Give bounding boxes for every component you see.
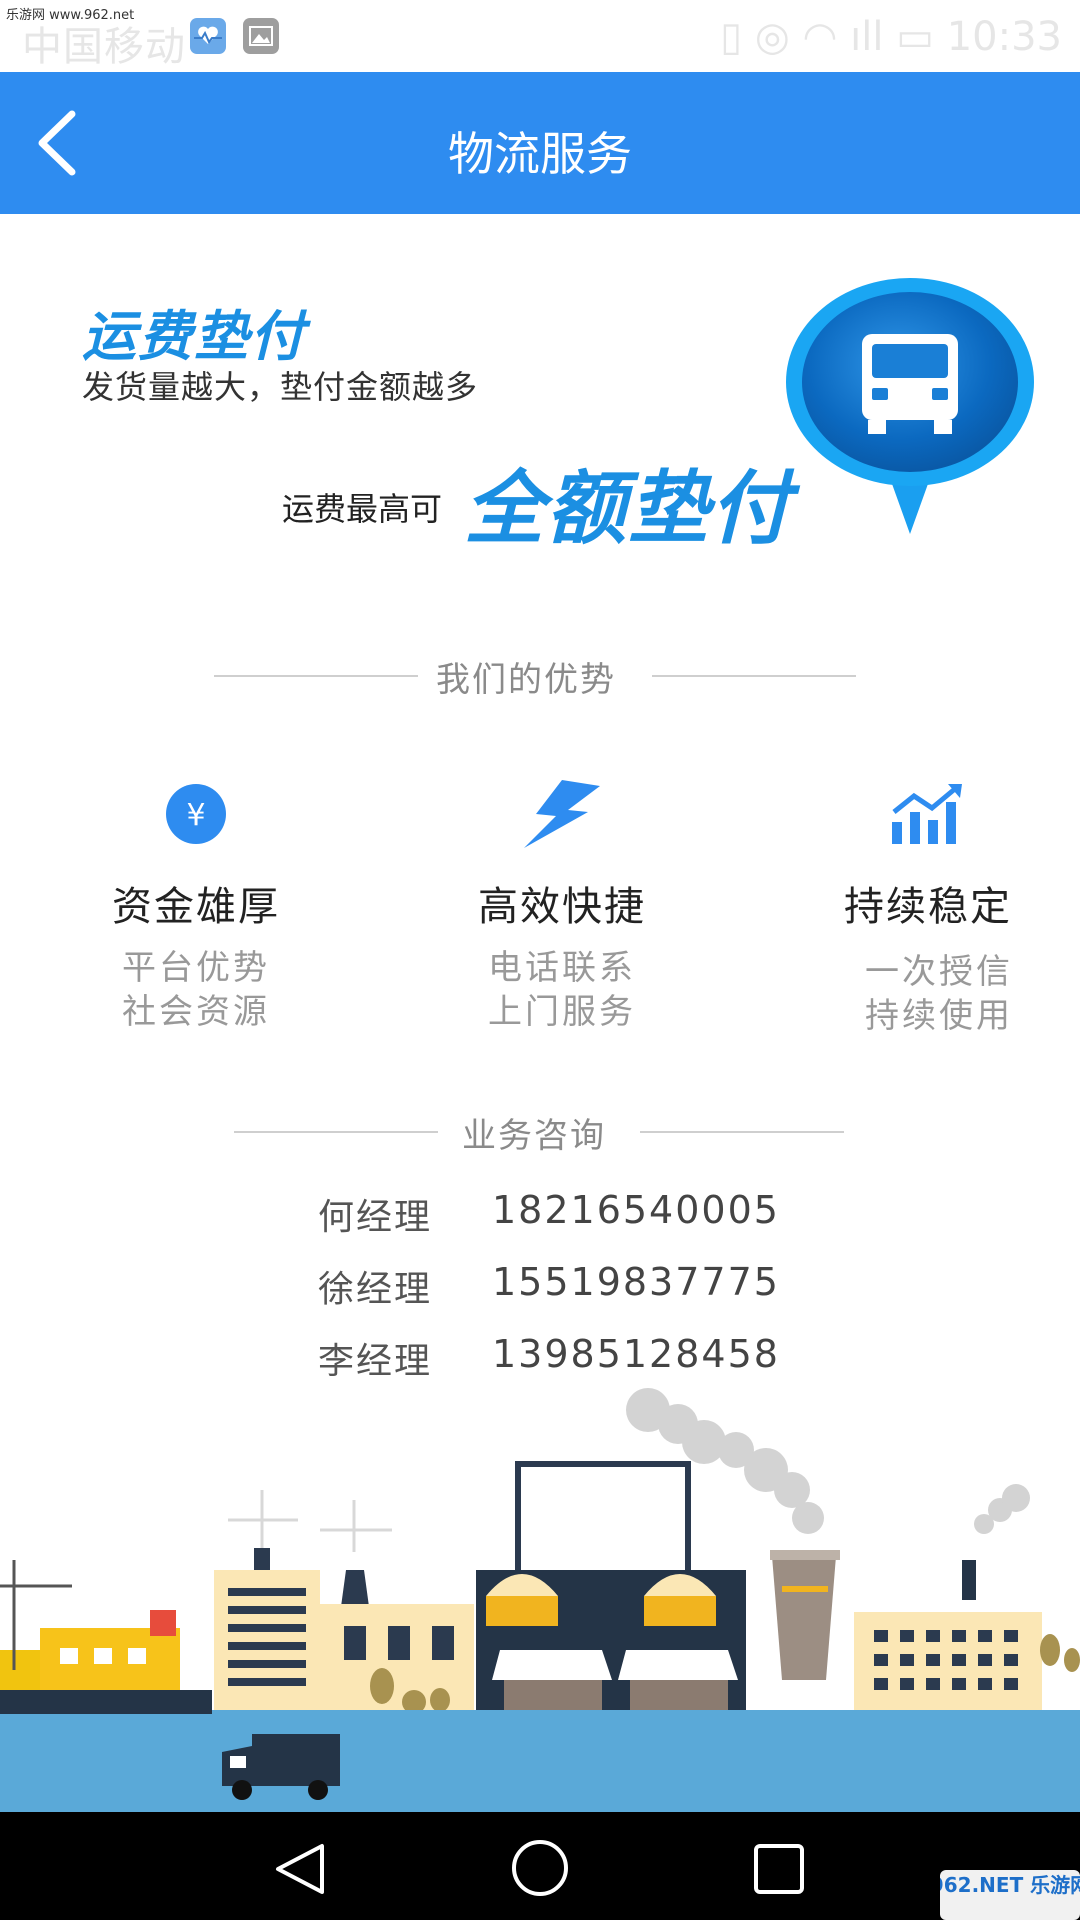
lightning-icon xyxy=(524,780,600,848)
consult-section-title: 业务咨询 xyxy=(462,1116,606,1156)
nav-home-button[interactable] xyxy=(510,1838,570,1898)
nav-back-button[interactable] xyxy=(272,1842,328,1896)
contact-name: 李经理 xyxy=(318,1341,433,1382)
truck-location-pin-icon xyxy=(786,278,1034,534)
advantage-item: 资金雄厚 平台优势 社会资源 xyxy=(46,874,346,1034)
contact-phone[interactable]: 18216540005 xyxy=(492,1188,780,1232)
advantage-line: 持续使用 xyxy=(865,996,1013,1036)
contact-name: 何经理 xyxy=(318,1197,433,1238)
divider-line xyxy=(640,1131,844,1133)
divider-line xyxy=(214,675,418,677)
gallery-app-icon xyxy=(243,18,279,54)
system-navigation-bar: 962.NET 乐游网 xyxy=(0,1812,1080,1920)
contact-phone[interactable]: 13985128458 xyxy=(492,1332,780,1376)
signal-icon: ▯ ◎ ◠ ıll ▭ xyxy=(720,14,947,60)
page-title: 物流服务 xyxy=(448,127,632,181)
advantage-title: 持续稳定 xyxy=(844,884,1012,930)
promo-title: 运费垫付 xyxy=(82,305,306,368)
advantage-item: 高效快捷 电话联系 上门服务 xyxy=(412,874,712,1034)
advantage-line: 一次授信 xyxy=(865,952,1013,992)
advantage-title: 资金雄厚 xyxy=(112,884,280,930)
contact-name: 徐经理 xyxy=(318,1269,433,1310)
industrial-city-illustration xyxy=(0,1388,1080,1812)
app-header: 物流服务 xyxy=(0,72,1080,214)
status-bar: 乐游网 www.962.net 中国移动 ▯ ◎ ◠ ıll ▭ 10:33 xyxy=(0,0,1080,72)
advantage-line: 电话联系 xyxy=(488,948,636,988)
watermark-logo: 962.NET 乐游网 xyxy=(940,1870,1080,1920)
nav-recents-button[interactable] xyxy=(752,1842,806,1896)
advantage-line: 平台优势 xyxy=(122,948,270,988)
advantage-line: 上门服务 xyxy=(488,992,636,1032)
divider-line xyxy=(652,675,856,677)
health-app-icon xyxy=(190,18,226,54)
carrier-name: 中国移动 xyxy=(22,24,186,70)
divider-line xyxy=(234,1131,438,1133)
growth-chart-icon xyxy=(892,784,962,844)
contact-phone[interactable]: 15519837775 xyxy=(492,1260,780,1304)
advantage-title: 高效快捷 xyxy=(478,884,646,930)
advantage-item: 持续稳定 一次授信 持续使用 xyxy=(778,874,1078,1038)
svg-text:¥: ¥ xyxy=(186,798,205,833)
clock: 10:33 xyxy=(946,14,1062,60)
advantages-section-title: 我们的优势 xyxy=(436,660,616,700)
promo-subtitle: 发货量越大，垫付金额越多 xyxy=(82,368,479,406)
advantage-line: 社会资源 xyxy=(122,992,270,1032)
status-indicators: ▯ ◎ ◠ ıll ▭ 10:33 xyxy=(720,14,1062,60)
promo-max-label: 运费最高可 xyxy=(282,490,443,528)
yuan-coin-icon: ¥ xyxy=(166,784,226,844)
svg-text:962.NET 乐游网: 962.NET 乐游网 xyxy=(940,1873,1080,1897)
promo-max-value: 全额垫付 xyxy=(464,462,792,555)
